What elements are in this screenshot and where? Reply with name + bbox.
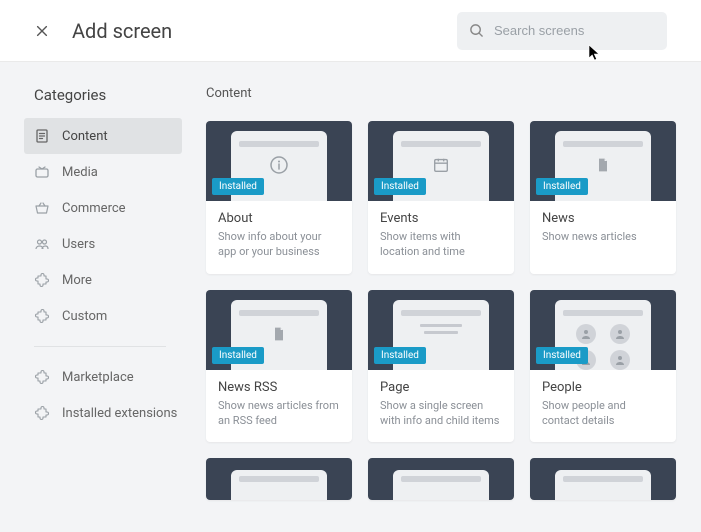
sidebar-item-label: Custom xyxy=(62,309,107,324)
installed-badge: Installed xyxy=(212,178,264,195)
sidebar-item-label: Commerce xyxy=(62,201,126,216)
card-desc: Show a single screen with info and child… xyxy=(380,399,502,429)
puzzle-icon xyxy=(34,369,50,385)
installed-badge: Installed xyxy=(374,178,426,195)
card-grid: Installed About Show info about your app… xyxy=(206,121,677,500)
sidebar-item-label: Marketplace xyxy=(62,370,134,385)
document-icon xyxy=(34,128,50,144)
sidebar-item-custom[interactable]: Custom xyxy=(0,298,190,334)
sidebar-heading: Categories xyxy=(0,86,190,118)
sidebar-item-content[interactable]: Content xyxy=(24,118,182,154)
sidebar-item-installed-extensions[interactable]: Installed extensions xyxy=(0,395,190,431)
search-icon xyxy=(469,23,484,38)
sidebar-item-marketplace[interactable]: Marketplace xyxy=(0,359,190,395)
sidebar-item-media[interactable]: Media xyxy=(0,154,190,190)
search-field[interactable] xyxy=(457,12,667,50)
card-title: News RSS xyxy=(218,380,340,395)
card-desc: Show items with location and time xyxy=(380,230,502,260)
screen-card-about[interactable]: Installed About Show info about your app… xyxy=(206,121,352,274)
info-icon xyxy=(269,155,289,175)
file-icon xyxy=(593,155,613,175)
card-thumbnail xyxy=(368,458,514,500)
installed-badge: Installed xyxy=(374,347,426,364)
card-title: Events xyxy=(380,211,502,226)
installed-badge: Installed xyxy=(536,347,588,364)
tv-icon xyxy=(34,164,50,180)
card-thumbnail: Installed xyxy=(530,290,676,370)
screen-card-news[interactable]: Installed News Show news articles xyxy=(530,121,676,274)
puzzle-icon xyxy=(34,308,50,324)
card-thumbnail: Installed xyxy=(530,121,676,201)
page-title: Add screen xyxy=(72,19,172,43)
users-icon xyxy=(34,236,50,252)
card-thumbnail: Installed xyxy=(206,290,352,370)
sidebar-item-label: Users xyxy=(62,237,95,252)
puzzle-icon xyxy=(34,272,50,288)
screen-card-news-rss[interactable]: Installed News RSS Show news articles fr… xyxy=(206,290,352,443)
sidebar-item-more[interactable]: More xyxy=(0,262,190,298)
screen-card-events[interactable]: Installed Events Show items with locatio… xyxy=(368,121,514,274)
card-thumbnail xyxy=(530,458,676,500)
lines-icon xyxy=(411,324,471,334)
card-desc: Show info about your app or your busines… xyxy=(218,230,340,260)
card-desc: Show news articles xyxy=(542,230,664,245)
card-desc: Show news articles from an RSS feed xyxy=(218,399,340,429)
main-panel: Content Installed About Show info about … xyxy=(190,62,701,532)
section-title: Content xyxy=(206,86,677,101)
screen-card-placeholder[interactable] xyxy=(206,458,352,500)
puzzle-icon xyxy=(34,405,50,421)
card-thumbnail: Installed xyxy=(368,121,514,201)
sidebar-item-label: Installed extensions xyxy=(62,406,177,421)
sidebar-item-label: More xyxy=(62,273,92,288)
sidebar: Categories Content Media Commerce Users xyxy=(0,62,190,532)
screen-card-page[interactable]: Installed Page Show a single screen with… xyxy=(368,290,514,443)
card-thumbnail: Installed xyxy=(206,121,352,201)
card-title: About xyxy=(218,211,340,226)
sidebar-item-label: Media xyxy=(62,165,98,180)
card-title: People xyxy=(542,380,664,395)
card-title: News xyxy=(542,211,664,226)
file-icon xyxy=(269,324,289,344)
close-button[interactable] xyxy=(34,23,50,39)
card-desc: Show people and contact details xyxy=(542,399,664,429)
screen-card-placeholder[interactable] xyxy=(368,458,514,500)
search-input[interactable] xyxy=(494,23,655,38)
card-title: Page xyxy=(380,380,502,395)
card-thumbnail xyxy=(206,458,352,500)
calendar-icon xyxy=(431,155,451,175)
basket-icon xyxy=(34,200,50,216)
installed-badge: Installed xyxy=(536,178,588,195)
sidebar-divider xyxy=(34,346,166,347)
sidebar-item-commerce[interactable]: Commerce xyxy=(0,190,190,226)
sidebar-item-label: Content xyxy=(62,129,108,144)
installed-badge: Installed xyxy=(212,347,264,364)
card-thumbnail: Installed xyxy=(368,290,514,370)
screen-card-people[interactable]: Installed People Show people and contact… xyxy=(530,290,676,443)
sidebar-item-users[interactable]: Users xyxy=(0,226,190,262)
screen-card-placeholder[interactable] xyxy=(530,458,676,500)
